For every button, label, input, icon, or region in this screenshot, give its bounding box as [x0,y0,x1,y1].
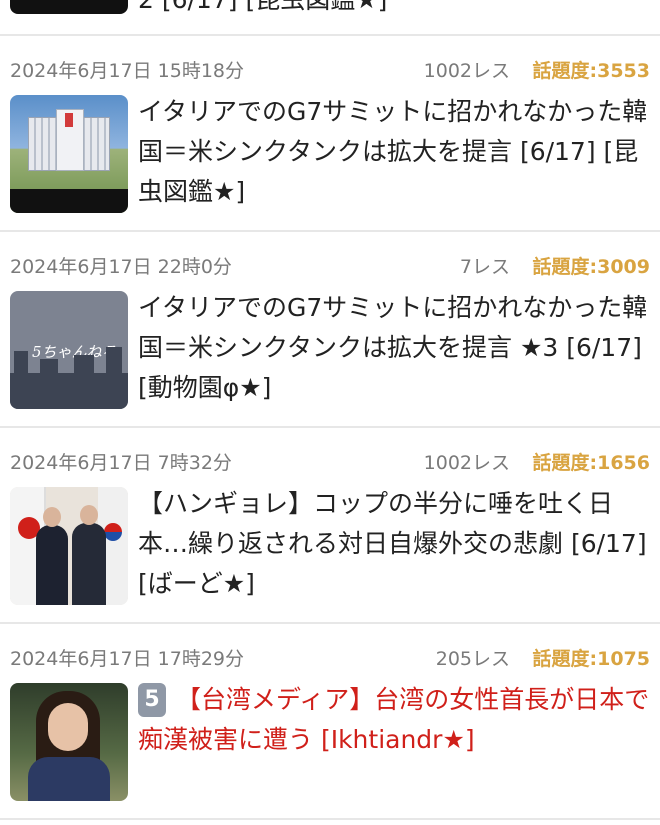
list-item[interactable]: 2024年6月17日 22時0分 7レス 話題度:3009 5ちゃんねる イタリ… [0,232,660,428]
response-count: 1002レス [423,452,510,474]
flag-shape [65,113,73,127]
topic-score: 話題度:1075 [532,648,650,670]
thread-thumbnail[interactable]: 5ちゃんねる [10,291,128,409]
skyline-building [74,355,94,373]
head-shape [43,507,61,527]
thread-title[interactable]: イタリアでのG7サミットに招かれなかった韓国＝米シンクタンクは拡大を提言 [6/… [138,92,650,212]
topic-score: 話題度:1656 [532,452,650,474]
list-item-partial[interactable]: 2 [6/17] [昆虫図鑑★] [0,0,660,36]
person-shape [36,525,68,605]
response-count: 205レス [435,648,510,670]
body-shape [28,757,110,801]
topic-score: 話題度:3009 [532,256,650,278]
thread-thumbnail[interactable] [10,487,128,605]
thread-date: 2024年6月17日 22時0分 [10,256,232,278]
caption-bar [10,189,128,213]
skyline-building [106,347,122,373]
thread-thumbnail[interactable] [10,683,128,801]
response-count: 1002レス [423,60,510,82]
thread-meta: 2024年6月17日 7時32分 1002レス 話題度:1656 [10,444,650,474]
list-item[interactable]: 2024年6月17日 15時18分 1002レス 話題度:3553 イタリアでの… [0,36,660,232]
thread-title[interactable]: 【ハンギョレ】コップの半分に唾を吐く日本…繰り返される対日自爆外交の悲劇 [6/… [138,484,650,604]
thread-meta: 2024年6月17日 17時29分 205レス 話題度:1075 [10,640,650,670]
thread-thumbnail[interactable] [10,0,128,14]
skyline-ground [10,373,128,409]
topic-score: 話題度:3553 [532,60,650,82]
thread-title[interactable]: イタリアでのG7サミットに招かれなかった韓国＝米シンクタンクは拡大を提言 ★3 … [138,288,650,408]
thread-date: 2024年6月17日 17時29分 [10,648,245,670]
thread-meta: 2024年6月17日 22時0分 7レス 話題度:3009 [10,248,650,278]
face-shape [48,703,88,751]
new-count-badge: 5 [138,683,166,717]
thread-title[interactable]: 5 【台湾メディア】台湾の女性首長が日本で痴漢被害に遭う [Ikhtiandr★] [138,680,650,760]
person-shape [72,523,106,605]
thread-meta: 2024年6月17日 15時18分 1002レス 話題度:3553 [10,52,650,82]
skyline-building [40,359,58,373]
thread-list: 2 [6/17] [昆虫図鑑★] 2024年6月17日 15時18分 1002レ… [0,0,660,825]
thread-date: 2024年6月17日 15時18分 [10,60,245,82]
head-shape [80,505,98,525]
list-item[interactable]: 2024年6月17日 17時29分 205レス 話題度:1075 5 【台湾メディ… [0,624,660,820]
thread-title[interactable]: 2 [6/17] [昆虫図鑑★] [138,0,650,14]
thread-title-text: 【台湾メディア】台湾の女性首長が日本で痴漢被害に遭う [Ikhtiandr★] [138,685,650,754]
skyline-building [14,351,28,373]
thread-thumbnail[interactable] [10,95,128,213]
list-item[interactable]: 2024年6月17日 7時32分 1002レス 話題度:1656 【ハンギョレ】… [0,428,660,624]
thread-date: 2024年6月17日 7時32分 [10,452,232,474]
response-count: 7レス [459,256,510,278]
